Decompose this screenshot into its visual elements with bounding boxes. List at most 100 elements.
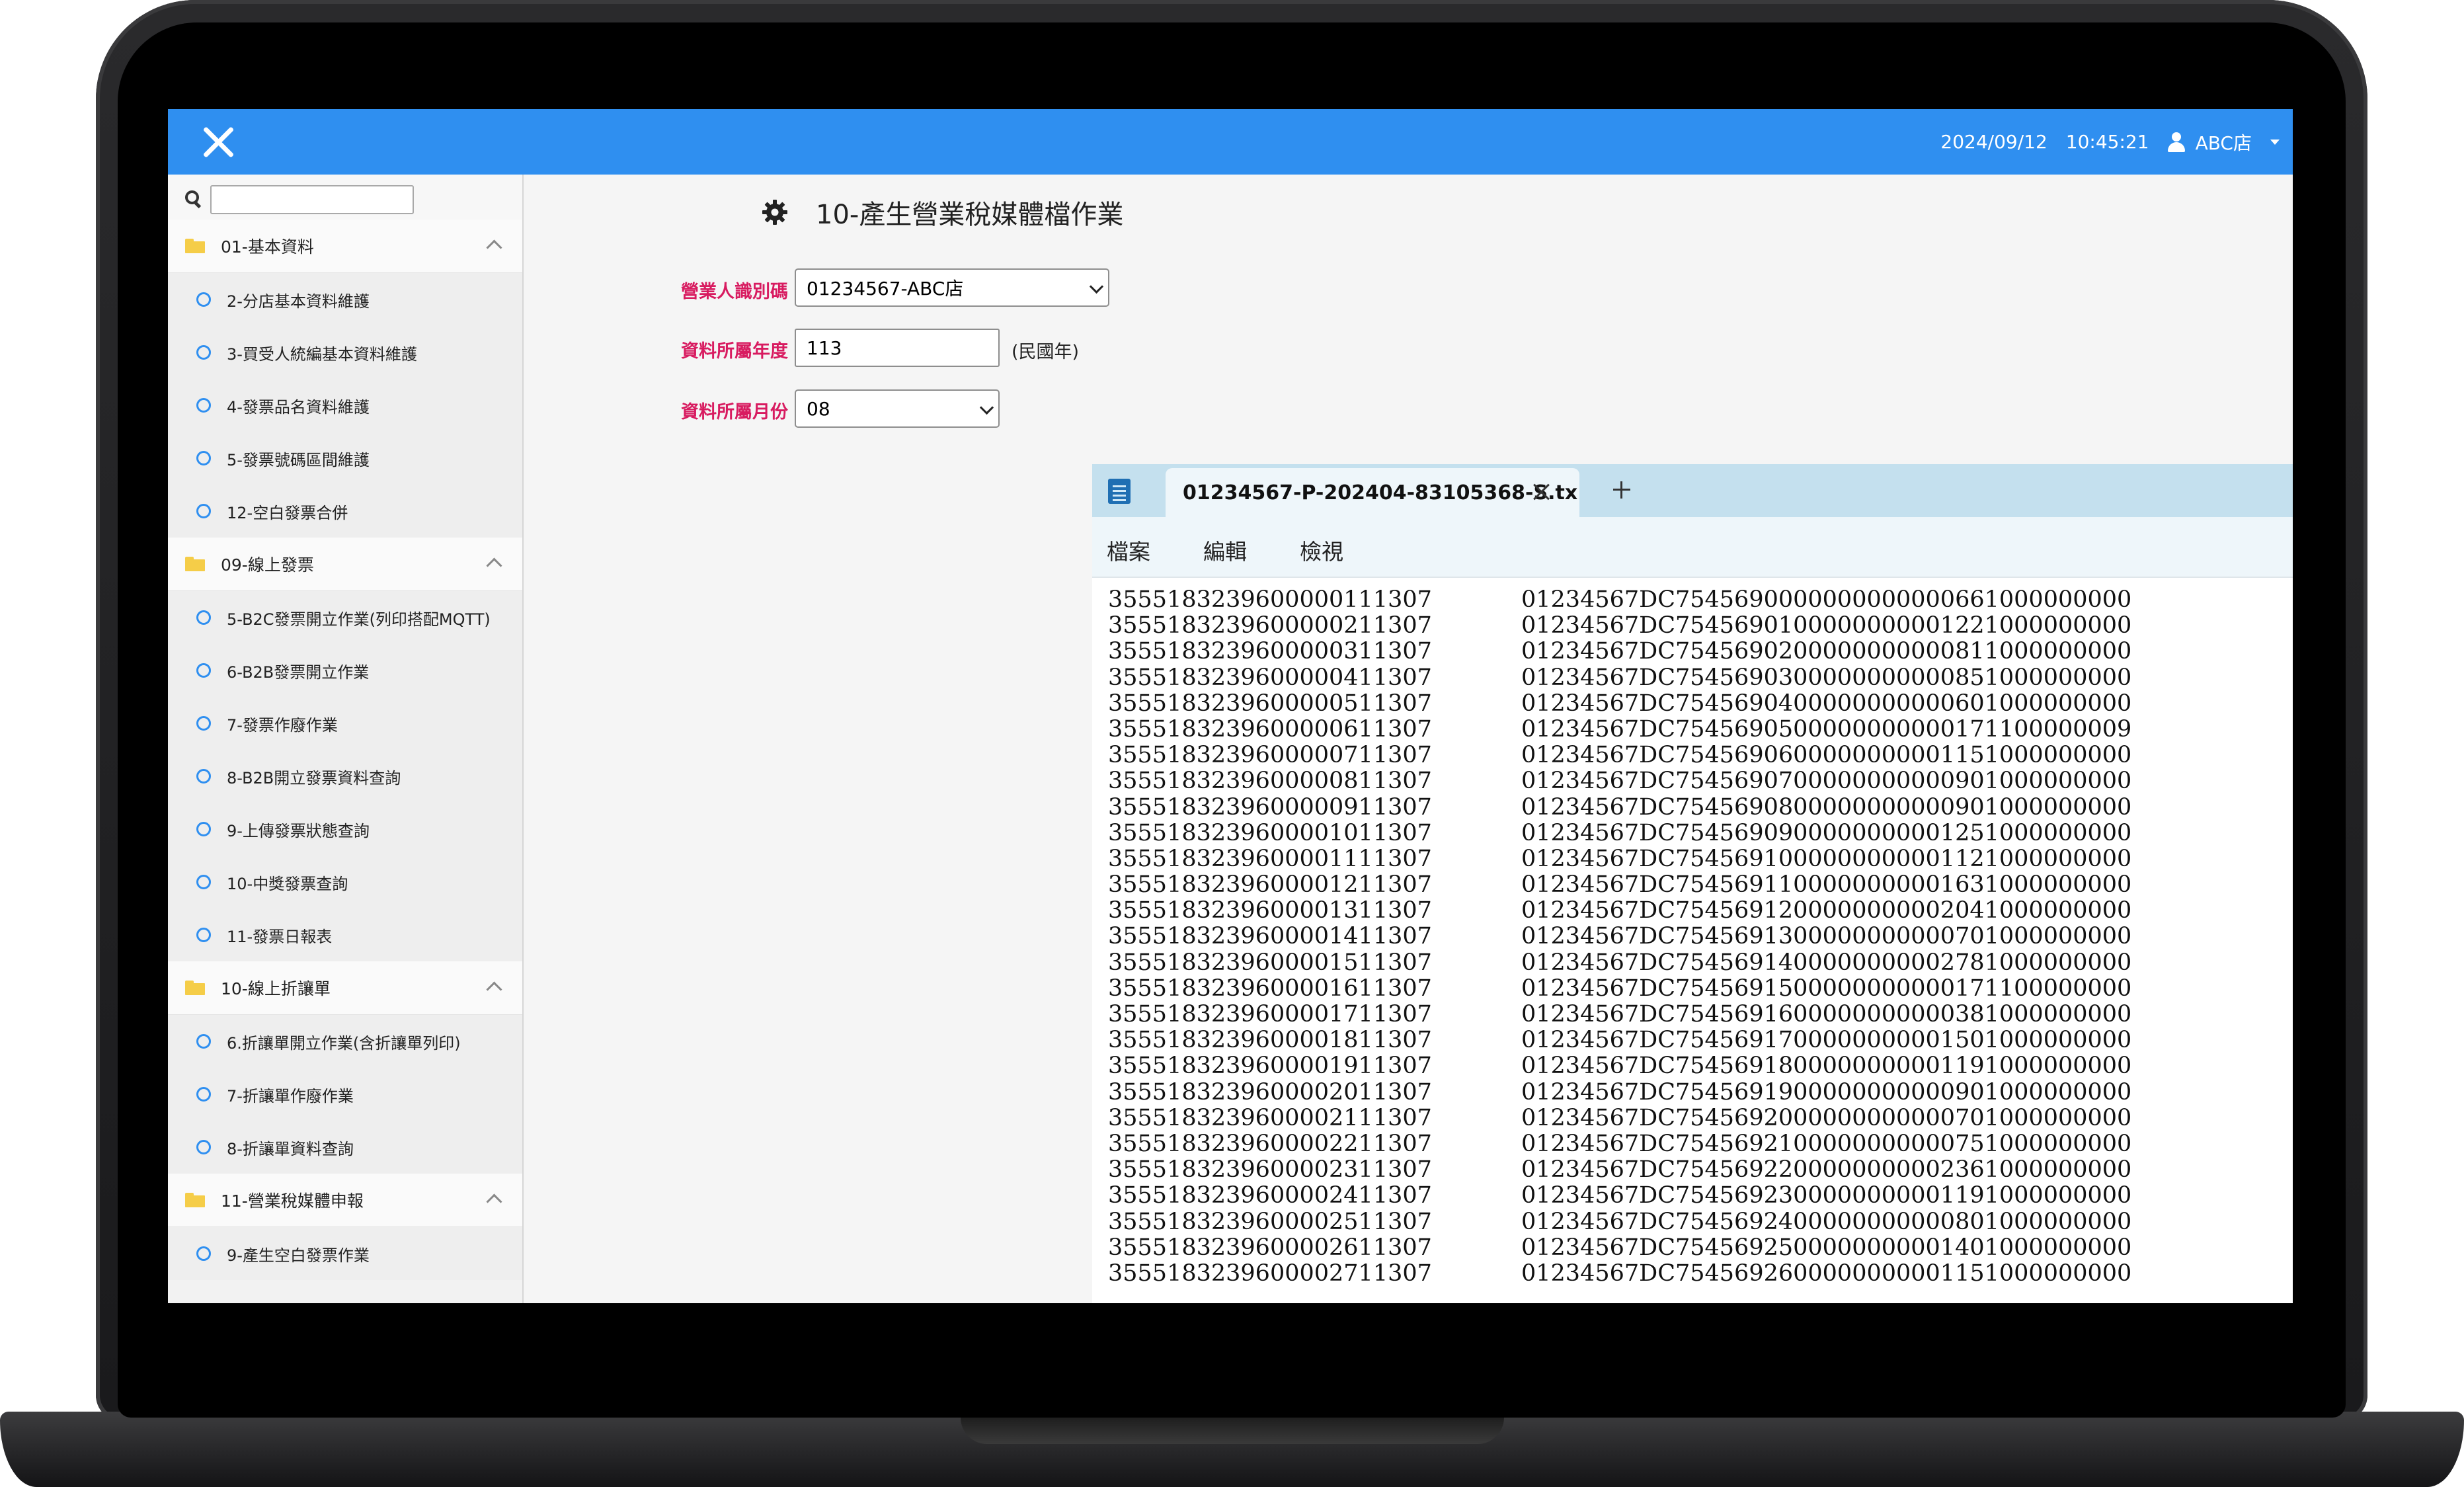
circle-icon xyxy=(196,504,211,518)
line-col-2: 01234567DC754569190000000000090100000000… xyxy=(1521,1078,2132,1105)
menu-group[interactable]: 11-營業稅媒體申報 xyxy=(168,1174,522,1227)
chevron-down-icon xyxy=(979,400,994,415)
menu-list: 01-基本資料 2-分店基本資料維護 3-買受人統編基本資料維護 4-發票品名資料維護… xyxy=(168,220,522,1280)
menu-item-label: 5-發票號碼區間維護 xyxy=(227,450,370,469)
line-col-1: 3555183239600001611307 xyxy=(1108,975,1432,1002)
menu-item-label: 6.折讓單開立作業(含折讓單列印) xyxy=(227,1033,461,1053)
chevron-up-icon xyxy=(486,1193,502,1210)
text-line: 3555183239600001511307 01234567DC75456914… xyxy=(1108,949,2291,976)
text-line: 3555183239600002311307 01234567DC75456922… xyxy=(1108,1156,2291,1183)
menu-edit[interactable]: 編輯 xyxy=(1203,534,1247,566)
text-line: 3555183239600000111307 01234567DC75456900… xyxy=(1108,586,2291,613)
menu-item[interactable]: 10-中獎發票查詢 xyxy=(168,856,522,908)
user-name[interactable]: ABC店 xyxy=(2196,129,2252,155)
line-col-2: 01234567DC754569000000000000066100000000… xyxy=(1521,586,2132,613)
menu-group-label: 01-基本資料 xyxy=(221,237,314,257)
notepad-menu-bar: 檔案 編輯 檢視 xyxy=(1092,517,2293,578)
tab-close-icon[interactable] xyxy=(1532,483,1551,501)
laptop-notch xyxy=(961,1414,1504,1444)
circle-icon xyxy=(196,610,211,625)
menu-item[interactable]: 8-B2B開立發票資料查詢 xyxy=(168,750,522,803)
menu-item-label: 3-買受人統編基本資料維護 xyxy=(227,344,417,364)
menu-item[interactable]: 4-發票品名資料維護 xyxy=(168,379,522,432)
month-label: 資料所屬月份 xyxy=(681,402,788,422)
menu-item[interactable]: 5-B2C發票開立作業(列印搭配MQTT) xyxy=(168,591,522,644)
menu-item[interactable]: 9-上傳發票狀態查詢 xyxy=(168,803,522,856)
menu-item[interactable]: 3-買受人統編基本資料維護 xyxy=(168,326,522,379)
text-line: 3555183239600002611307 01234567DC75456925… xyxy=(1108,1234,2291,1261)
text-line: 3555183239600000611307 01234567DC75456905… xyxy=(1108,715,2291,743)
line-col-1: 3555183239600000311307 xyxy=(1108,638,1432,665)
line-col-1: 3555183239600001911307 xyxy=(1108,1053,1432,1080)
close-icon[interactable] xyxy=(201,125,235,159)
menu-item-label: 5-B2C發票開立作業(列印搭配MQTT) xyxy=(227,610,491,629)
text-line: 3555183239600001411307 01234567DC75456913… xyxy=(1108,924,2291,949)
menu-item[interactable]: 2-分店基本資料維護 xyxy=(168,273,522,326)
circle-icon xyxy=(196,769,211,784)
line-col-2: 01234567DC754569010000000000122100000000… xyxy=(1521,612,2132,639)
line-col-1: 3555183239600000211307 xyxy=(1108,612,1432,639)
line-col-1: 3555183239600001411307 xyxy=(1108,923,1432,950)
business-id-value: 01234567-ABC店 xyxy=(807,278,964,300)
circle-icon xyxy=(196,292,211,307)
circle-icon xyxy=(196,1246,211,1261)
line-col-2: 01234567DC754569050000000000017110000000… xyxy=(1521,715,2132,743)
line-col-1: 3555183239600000411307 xyxy=(1108,664,1432,691)
chevron-down-icon xyxy=(1089,279,1104,294)
line-col-2: 01234567DC754569210000000000075100000000… xyxy=(1521,1130,2132,1157)
notepad-icon xyxy=(1108,476,1131,504)
menu-item[interactable]: 7-折讓單作廢作業 xyxy=(168,1068,522,1121)
line-col-1: 3555183239600002411307 xyxy=(1108,1182,1432,1209)
line-col-2: 01234567DC754569200000000000070100000000… xyxy=(1521,1104,2132,1131)
menu-group-label: 09-線上發票 xyxy=(221,555,314,575)
line-col-2: 01234567DC754569090000000000125100000000… xyxy=(1521,819,2132,846)
notepad-content[interactable]: 3555183239600000111307 01234567DC75456900… xyxy=(1108,586,2291,1287)
menu-item[interactable]: 12-空白發票合併 xyxy=(168,485,522,538)
chevron-up-icon xyxy=(486,557,502,574)
notepad-tab[interactable]: 01234567-P-202404-83105368-S.tx xyxy=(1166,468,1579,517)
menu-item[interactable]: 6-B2B發票開立作業 xyxy=(168,644,522,697)
text-line: 3555183239600000911307 01234567DC75456908… xyxy=(1108,793,2291,821)
menu-item[interactable]: 5-發票號碼區間維護 xyxy=(168,432,522,485)
menu-item[interactable]: 8-折讓單資料查詢 xyxy=(168,1121,522,1174)
month-select[interactable]: 08 xyxy=(795,389,1000,428)
text-line: 3555183239600001011307 01234567DC75456909… xyxy=(1108,819,2291,846)
text-line: 3555183239600001611307 01234567DC75456915… xyxy=(1108,975,2291,1002)
chevron-up-icon xyxy=(486,981,502,998)
menu-group[interactable]: 01-基本資料 xyxy=(168,220,522,273)
user-icon xyxy=(2166,132,2186,152)
line-col-2: 01234567DC754569140000000000278100000000… xyxy=(1521,949,2132,976)
year-input[interactable]: 113 xyxy=(795,329,1000,367)
menu-file[interactable]: 檔案 xyxy=(1107,534,1150,566)
time-display: 10:45:21 xyxy=(2065,131,2149,153)
menu-item-label: 6-B2B發票開立作業 xyxy=(227,663,370,682)
line-col-1: 3555183239600000111307 xyxy=(1108,586,1432,613)
business-id-label: 營業人識別碼 xyxy=(681,282,788,302)
menu-item[interactable]: 7-發票作廢作業 xyxy=(168,697,522,750)
business-id-select[interactable]: 01234567-ABC店 xyxy=(795,268,1109,307)
line-col-1: 3555183239600001511307 xyxy=(1108,949,1432,976)
tab-add-icon[interactable] xyxy=(1613,481,1630,499)
menu-item[interactable]: 11-發票日報表 xyxy=(168,908,522,961)
circle-icon xyxy=(196,1087,211,1102)
line-col-2: 01234567DC754569070000000000090100000000… xyxy=(1521,768,2132,795)
text-line: 3555183239600000711307 01234567DC75456906… xyxy=(1108,742,2291,769)
caret-down-icon[interactable] xyxy=(2270,139,2280,145)
chevron-up-icon xyxy=(486,239,502,256)
menu-item[interactable]: 6.折讓單開立作業(含折讓單列印) xyxy=(168,1015,522,1068)
line-col-2: 01234567DC754569150000000000017110000000… xyxy=(1521,975,2132,1002)
gear-icon xyxy=(762,199,788,225)
menu-group-label: 11-營業稅媒體申報 xyxy=(221,1191,364,1211)
search-input[interactable] xyxy=(210,185,414,214)
menu-group[interactable]: 10-線上折讓單 xyxy=(168,961,522,1015)
text-line: 3555183239600000311307 01234567DC75456902… xyxy=(1108,639,2291,664)
menu-group[interactable]: 09-線上發票 xyxy=(168,538,522,591)
menu-item[interactable]: 9-產生空白發票作業 xyxy=(168,1227,522,1280)
line-col-2: 01234567DC754569080000000000090100000000… xyxy=(1521,793,2132,821)
text-line: 3555183239600000211307 01234567DC75456901… xyxy=(1108,612,2291,639)
circle-icon xyxy=(196,928,211,942)
line-col-1: 3555183239600002011307 xyxy=(1108,1078,1432,1105)
line-col-2: 01234567DC754569060000000000115100000000… xyxy=(1521,742,2132,769)
menu-view[interactable]: 檢視 xyxy=(1300,534,1343,566)
line-col-1: 3555183239600000511307 xyxy=(1108,690,1432,717)
